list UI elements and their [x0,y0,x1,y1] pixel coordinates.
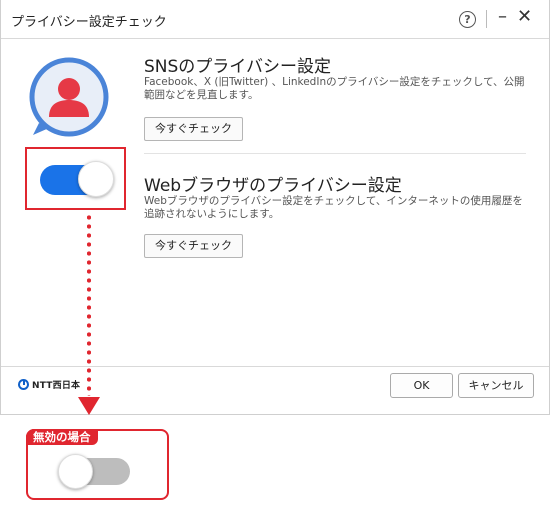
title-bar: プライバシー設定チェック ? – ✕ [1,0,549,39]
disabled-state-label: 無効の場合 [26,429,98,445]
toggle-highlight-frame [25,147,126,210]
ntt-logo-icon [18,379,29,390]
browser-check-now-button[interactable]: 今すぐチェック [144,234,243,258]
browser-section-title: Webブラウザのプライバシー設定 [144,176,402,196]
privacy-toggle-on[interactable] [40,161,114,197]
privacy-toggle-off [58,454,130,489]
toggle-knob-off [58,454,93,489]
ok-button[interactable]: OK [390,373,453,398]
help-icon[interactable]: ? [459,11,476,28]
disabled-state-callout: 無効の場合 [26,429,169,500]
sns-check-now-button[interactable]: 今すぐチェック [144,117,243,141]
ntt-west-logo: NTT西日本 [18,378,80,391]
sns-section-title: SNSのプライバシー設定 [144,57,331,77]
section-divider [144,153,526,154]
user-avatar-icon [29,57,109,137]
footer-divider [1,366,549,367]
window-title: プライバシー設定チェック [11,15,167,30]
toggle-knob[interactable] [78,161,114,197]
annotation-arrow-down-icon [78,397,100,415]
sns-section-description: Facebook、X (旧Twitter) 、LinkedInのプライバシー設定… [144,76,525,101]
browser-section-description: Webブラウザのプライバシー設定をチェックして、インターネットの使用履歴を追跡さ… [144,195,523,220]
annotation-dotted-line [87,213,91,396]
privacy-check-window: プライバシー設定チェック ? – ✕ SNSのプライバシー設定 Facebook… [0,0,550,415]
titlebar-divider [486,10,487,28]
minimize-icon[interactable]: – [498,6,507,27]
close-icon[interactable]: ✕ [517,6,532,27]
cancel-button[interactable]: キャンセル [458,373,534,398]
logo-text: NTT西日本 [32,381,81,391]
